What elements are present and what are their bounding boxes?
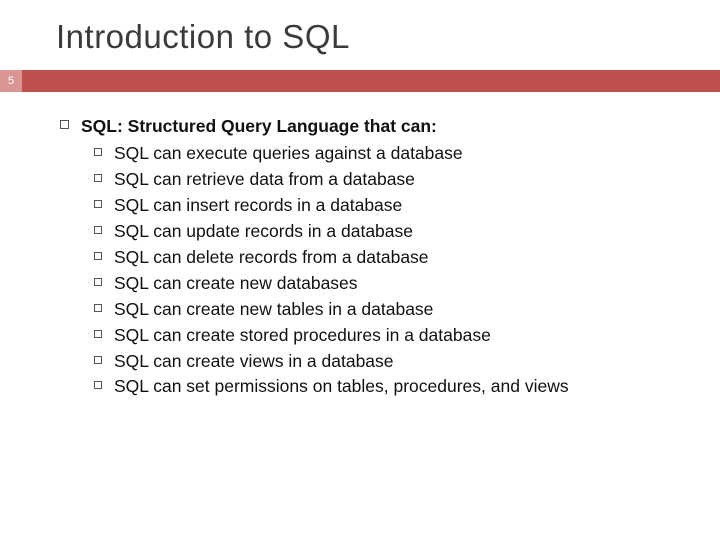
list-item: SQL can retrieve data from a database: [94, 167, 720, 193]
list-item-text: SQL can retrieve data from a database: [114, 167, 415, 193]
sub-list: SQL can execute queries against a databa…: [94, 139, 720, 400]
list-item: SQL can create new databases: [94, 271, 720, 297]
square-bullet-icon: [94, 330, 102, 338]
page-number-box: 5: [0, 70, 22, 92]
list-item-text: SQL can execute queries against a databa…: [114, 141, 463, 167]
list-item-text: SQL can create views in a database: [114, 349, 394, 375]
square-bullet-icon: [94, 226, 102, 234]
square-bullet-icon: [94, 174, 102, 182]
list-item: SQL can insert records in a database: [94, 193, 720, 219]
list-item-text: SQL can create stored procedures in a da…: [114, 323, 491, 349]
list-item: SQL can execute queries against a databa…: [94, 141, 720, 167]
lead-text: SQL: Structured Query Language that can:: [81, 114, 437, 139]
square-bullet-icon: [94, 304, 102, 312]
page-number: 5: [8, 75, 14, 87]
lead-row: SQL: Structured Query Language that can:: [60, 114, 720, 139]
square-bullet-icon: [94, 278, 102, 286]
slide: Introduction to SQL 5 SQL: Structured Qu…: [0, 0, 720, 540]
slide-title: Introduction to SQL: [0, 0, 720, 70]
square-bullet-icon: [94, 381, 102, 389]
list-item-text: SQL can delete records from a database: [114, 245, 429, 271]
list-item: SQL can create new tables in a database: [94, 297, 720, 323]
square-bullet-icon: [60, 120, 69, 129]
square-bullet-icon: [94, 252, 102, 260]
list-item-text: SQL can update records in a database: [114, 219, 413, 245]
square-bullet-icon: [94, 200, 102, 208]
content-area: SQL: Structured Query Language that can:…: [0, 92, 720, 400]
square-bullet-icon: [94, 148, 102, 156]
list-item: SQL can delete records from a database: [94, 245, 720, 271]
list-item: SQL can set permissions on tables, proce…: [94, 374, 720, 400]
list-item: SQL can create stored procedures in a da…: [94, 323, 720, 349]
list-item-text: SQL can create new databases: [114, 271, 358, 297]
list-item-text: SQL can insert records in a database: [114, 193, 402, 219]
accent-bar: 5: [0, 70, 720, 92]
list-item: SQL can update records in a database: [94, 219, 720, 245]
list-item: SQL can create views in a database: [94, 349, 720, 375]
square-bullet-icon: [94, 356, 102, 364]
list-item-text: SQL can set permissions on tables, proce…: [114, 374, 569, 400]
list-item-text: SQL can create new tables in a database: [114, 297, 433, 323]
